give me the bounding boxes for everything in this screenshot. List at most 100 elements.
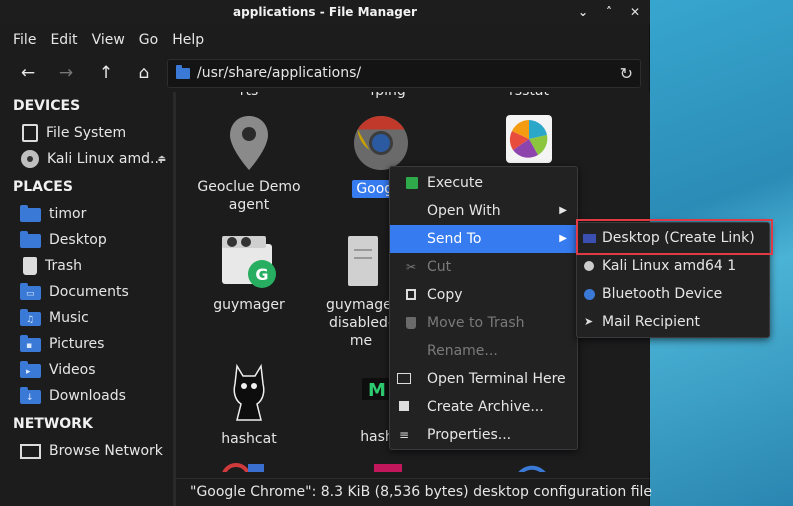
menu-file[interactable]: File	[0, 28, 43, 52]
file-label: agent	[228, 197, 270, 213]
file-item-guymager-disabled[interactable]: guymager- disabled- me	[326, 232, 402, 350]
folder-documents-icon: ▭	[20, 283, 41, 300]
home-icon[interactable]: ⌂	[131, 60, 157, 86]
folder-music-icon: ♫	[20, 309, 41, 326]
file-item-guymager[interactable]: G guymager	[196, 232, 302, 314]
eject-icon[interactable]: ⏏	[157, 154, 166, 164]
file-item-geoclue[interactable]: Geoclue Demo agent	[190, 114, 308, 214]
file-label: disabled-	[329, 315, 393, 331]
sidebar-item-music[interactable]: ♫ Music	[20, 307, 170, 329]
menu-item-copy[interactable]: Copy	[390, 281, 577, 309]
devices-heading: DEVICES	[13, 98, 81, 114]
folder-desktop-icon	[20, 231, 41, 248]
svg-text:G: G	[255, 265, 268, 284]
trash-icon	[406, 317, 416, 329]
sidebar-item-label: timor	[49, 206, 87, 222]
file-item[interactable]	[220, 462, 270, 472]
file-label: guymager-	[326, 297, 402, 313]
menu-item-create-archive[interactable]: Create Archive...	[390, 393, 577, 421]
file-item[interactable]	[366, 462, 406, 472]
folder-icon	[176, 65, 190, 79]
drive-icon	[22, 124, 38, 142]
up-arrow-icon[interactable]: ↑	[93, 60, 119, 86]
reload-icon[interactable]: ↻	[620, 60, 633, 87]
menu-item-kali-linux[interactable]: Kali Linux amd64 1	[577, 252, 769, 280]
document-icon	[348, 236, 378, 286]
app-icon	[506, 115, 552, 163]
minimize-icon[interactable]: ⌄	[576, 0, 590, 24]
file-label: rsstat	[509, 92, 549, 99]
menu-item-mail-recipient[interactable]: ➤ Mail Recipient	[577, 308, 769, 336]
sidebar-item-kali-linux[interactable]: Kali Linux amd... ⏏	[20, 148, 170, 170]
file-item-hashcat[interactable]: hashcat	[206, 362, 292, 448]
menu-item-open-terminal[interactable]: Open Terminal Here	[390, 365, 577, 393]
file-item[interactable]: fping	[368, 92, 408, 100]
sidebar-item-label: Music	[49, 310, 89, 326]
chevron-right-icon: ▶	[559, 233, 567, 244]
execute-icon	[406, 177, 418, 189]
sidebar-item-downloads[interactable]: ↓ Downloads	[20, 385, 170, 407]
svg-text:M: M	[368, 380, 386, 401]
sidebar-item-documents[interactable]: ▭ Documents	[20, 281, 170, 303]
maximize-icon[interactable]: ˄	[602, 0, 616, 24]
status-bar: "Google Chrome": 8.3 KiB (8,536 bytes) d…	[176, 478, 652, 506]
sidebar-item-trash[interactable]: Trash	[20, 255, 170, 277]
menu-item-move-to-trash[interactable]: Move to Trash	[390, 309, 577, 337]
network-icon	[20, 443, 41, 459]
sidebar-item-label: Desktop	[49, 232, 107, 248]
file-item[interactable]: rts	[234, 92, 264, 100]
hashcat-cat-icon	[233, 363, 265, 421]
sidebar-item-videos[interactable]: ▸ Videos	[20, 359, 170, 381]
menu-item-bluetooth[interactable]: Bluetooth Device	[577, 280, 769, 308]
terminal-icon	[397, 373, 411, 384]
file-label: guymager	[213, 297, 285, 313]
back-arrow-icon[interactable]: ←	[15, 60, 41, 86]
title-bar[interactable]: applications - File Manager ⌄ ˄ ✕	[0, 0, 650, 24]
disc-icon	[21, 150, 39, 168]
sidebar-item-browse-network[interactable]: Browse Network	[20, 440, 170, 462]
mail-icon: ➤	[584, 315, 594, 328]
map-pin-icon	[230, 116, 268, 170]
folder-pictures-icon: ▪	[20, 335, 41, 352]
file-label: me	[349, 333, 373, 349]
file-label: fping	[370, 92, 405, 99]
app-icon	[222, 463, 264, 472]
file-item[interactable]	[504, 114, 554, 164]
chevron-right-icon: ▶	[559, 205, 567, 216]
menu-item-open-with[interactable]: Open With ▶	[390, 197, 577, 225]
sidebar-item-label: Videos	[49, 362, 96, 378]
menu-bar: File Edit View Go Help	[0, 28, 211, 52]
menu-item-rename[interactable]: Rename...	[390, 337, 577, 365]
folder-home-icon	[20, 205, 41, 222]
file-item[interactable]: rsstat	[504, 92, 554, 100]
menu-item-properties[interactable]: ≡ Properties...	[390, 421, 577, 449]
cut-icon: ✂	[406, 260, 417, 274]
archive-icon	[399, 401, 409, 411]
menu-item-cut[interactable]: ✂ Cut	[390, 253, 577, 281]
sidebar-item-timor[interactable]: timor	[20, 203, 170, 225]
context-menu: Execute Open With ▶ Send To ▶ ✂ Cut Copy…	[389, 166, 578, 450]
folder-videos-icon: ▸	[20, 361, 41, 378]
places-heading: PLACES	[13, 179, 73, 195]
location-path[interactable]: /usr/share/applications/	[197, 60, 361, 87]
close-icon[interactable]: ✕	[628, 0, 642, 24]
sidebar-item-label: Trash	[45, 258, 82, 274]
wifi-icon	[518, 465, 546, 472]
sidebar-item-file-system[interactable]: File System	[20, 122, 170, 144]
menu-go[interactable]: Go	[132, 28, 165, 52]
sidebar-item-pictures[interactable]: ▪ Pictures	[20, 333, 170, 355]
file-label: rts	[240, 92, 259, 99]
sidebar-item-label: Downloads	[49, 388, 126, 404]
menu-item-execute[interactable]: Execute	[390, 169, 577, 197]
window-controls: ⌄ ˄ ✕	[576, 0, 642, 24]
menu-help[interactable]: Help	[165, 28, 211, 52]
highlight-annotation-box	[576, 219, 773, 255]
sidebar-item-desktop[interactable]: Desktop	[20, 229, 170, 251]
forward-arrow-icon[interactable]: →	[53, 60, 79, 86]
menu-item-send-to[interactable]: Send To ▶	[390, 225, 577, 253]
menu-view[interactable]: View	[85, 28, 132, 52]
menu-edit[interactable]: Edit	[43, 28, 84, 52]
trash-icon	[23, 257, 37, 275]
file-item[interactable]	[512, 462, 552, 472]
location-bar[interactable]: /usr/share/applications/ ↻	[167, 59, 641, 88]
